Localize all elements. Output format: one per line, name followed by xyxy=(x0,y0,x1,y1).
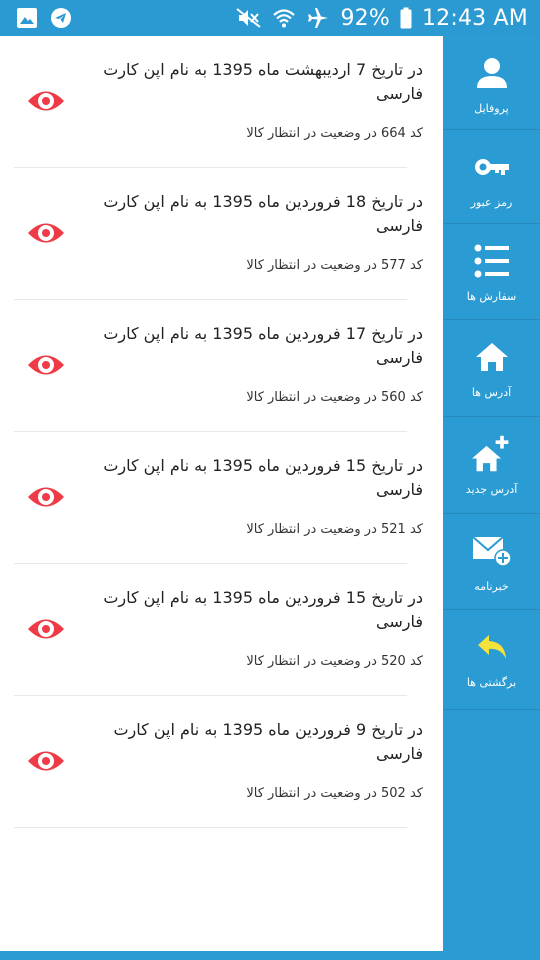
eye-icon[interactable] xyxy=(26,744,66,778)
order-title: در تاریخ 7 اردیبهشت ماه 1395 به نام اپن … xyxy=(103,60,423,103)
order-row[interactable]: در تاریخ 15 فروردین ماه 1395 به نام اپن … xyxy=(0,564,443,696)
sidebar-item-new-address[interactable]: آدرس جدید xyxy=(443,417,540,514)
sidebar-item-newsletter[interactable]: خبرنامه xyxy=(443,514,540,610)
order-title: در تاریخ 9 فروردین ماه 1395 به نام اپن ک… xyxy=(113,720,423,763)
order-title: در تاریخ 15 فروردین ماه 1395 به نام اپن … xyxy=(103,456,423,499)
order-status: کد 577 در وضعیت در انتظار کالا xyxy=(246,258,423,273)
sidebar-item-returns[interactable]: برگشتی ها xyxy=(443,610,540,710)
reply-icon xyxy=(472,628,512,666)
mute-icon xyxy=(236,7,262,29)
sidebar-item-password[interactable]: رمز عبور xyxy=(443,130,540,224)
sidebar-item-label: سفارش ها xyxy=(466,290,517,303)
key-icon xyxy=(472,148,512,186)
orders-panel: در تاریخ 7 اردیبهشت ماه 1395 به نام اپن … xyxy=(0,36,443,951)
order-status: کد 560 در وضعیت در انتظار کالا xyxy=(246,390,423,405)
order-title: در تاریخ 15 فروردین ماه 1395 به نام اپن … xyxy=(103,588,423,631)
status-left xyxy=(16,7,72,29)
sidebar-item-orders[interactable]: سفارش ها xyxy=(443,224,540,320)
telegram-icon xyxy=(50,7,72,29)
eye-icon[interactable] xyxy=(26,84,66,118)
bottom-strip xyxy=(0,951,540,960)
order-title: در تاریخ 17 فروردین ماه 1395 به نام اپن … xyxy=(103,324,423,367)
order-row[interactable]: در تاریخ 7 اردیبهشت ماه 1395 به نام اپن … xyxy=(0,36,443,168)
order-row[interactable]: در تاریخ 18 فروردین ماه 1395 به نام اپن … xyxy=(0,168,443,300)
status-right: 92% 12:43 AM xyxy=(236,4,528,32)
sidebar-item-profile[interactable]: پروفایل xyxy=(443,36,540,130)
gallery-icon xyxy=(16,7,38,29)
battery-icon xyxy=(400,7,412,29)
sidebar-item-label: آدرس ها xyxy=(471,386,512,399)
sidebar-item-label: برگشتی ها xyxy=(466,676,517,689)
battery-percent: 92% xyxy=(340,5,390,31)
airplane-icon xyxy=(306,7,330,29)
order-status: کد 520 در وضعیت در انتظار کالا xyxy=(246,654,423,669)
sidebar-item-label: آدرس جدید xyxy=(465,483,518,496)
sidebar-item-label: پروفایل xyxy=(474,102,509,115)
status-bar: 92% 12:43 AM xyxy=(0,0,540,36)
clock: 12:43 AM xyxy=(421,5,528,31)
eye-icon[interactable] xyxy=(26,612,66,646)
user-icon xyxy=(472,54,512,92)
order-status: کد 664 در وضعیت در انتظار کالا xyxy=(246,126,423,141)
sidebar-item-label: خبرنامه xyxy=(474,580,509,593)
eye-icon[interactable] xyxy=(26,348,66,382)
order-status: کد 502 در وضعیت در انتظار کالا xyxy=(246,786,423,801)
order-row[interactable]: در تاریخ 15 فروردین ماه 1395 به نام اپن … xyxy=(0,432,443,564)
eye-icon[interactable] xyxy=(26,216,66,250)
mail-add-icon xyxy=(471,532,512,570)
order-row[interactable]: در تاریخ 17 فروردین ماه 1395 به نام اپن … xyxy=(0,300,443,432)
eye-icon[interactable] xyxy=(26,480,66,514)
sidebar-item-label: رمز عبور xyxy=(470,196,513,209)
wifi-icon xyxy=(272,7,296,29)
list-icon xyxy=(472,242,512,280)
sidebar-menu: پروفایل رمز عبور سفارش ها آدرس ها آدرس ج… xyxy=(443,36,540,951)
order-row[interactable]: در تاریخ 9 فروردین ماه 1395 به نام اپن ک… xyxy=(0,696,443,828)
order-list: در تاریخ 7 اردیبهشت ماه 1395 به نام اپن … xyxy=(0,36,443,828)
home-add-icon xyxy=(471,435,512,473)
order-status: کد 521 در وضعیت در انتظار کالا xyxy=(246,522,423,537)
home-icon xyxy=(472,338,512,376)
order-title: در تاریخ 18 فروردین ماه 1395 به نام اپن … xyxy=(103,192,423,235)
sidebar-item-addresses[interactable]: آدرس ها xyxy=(443,320,540,417)
